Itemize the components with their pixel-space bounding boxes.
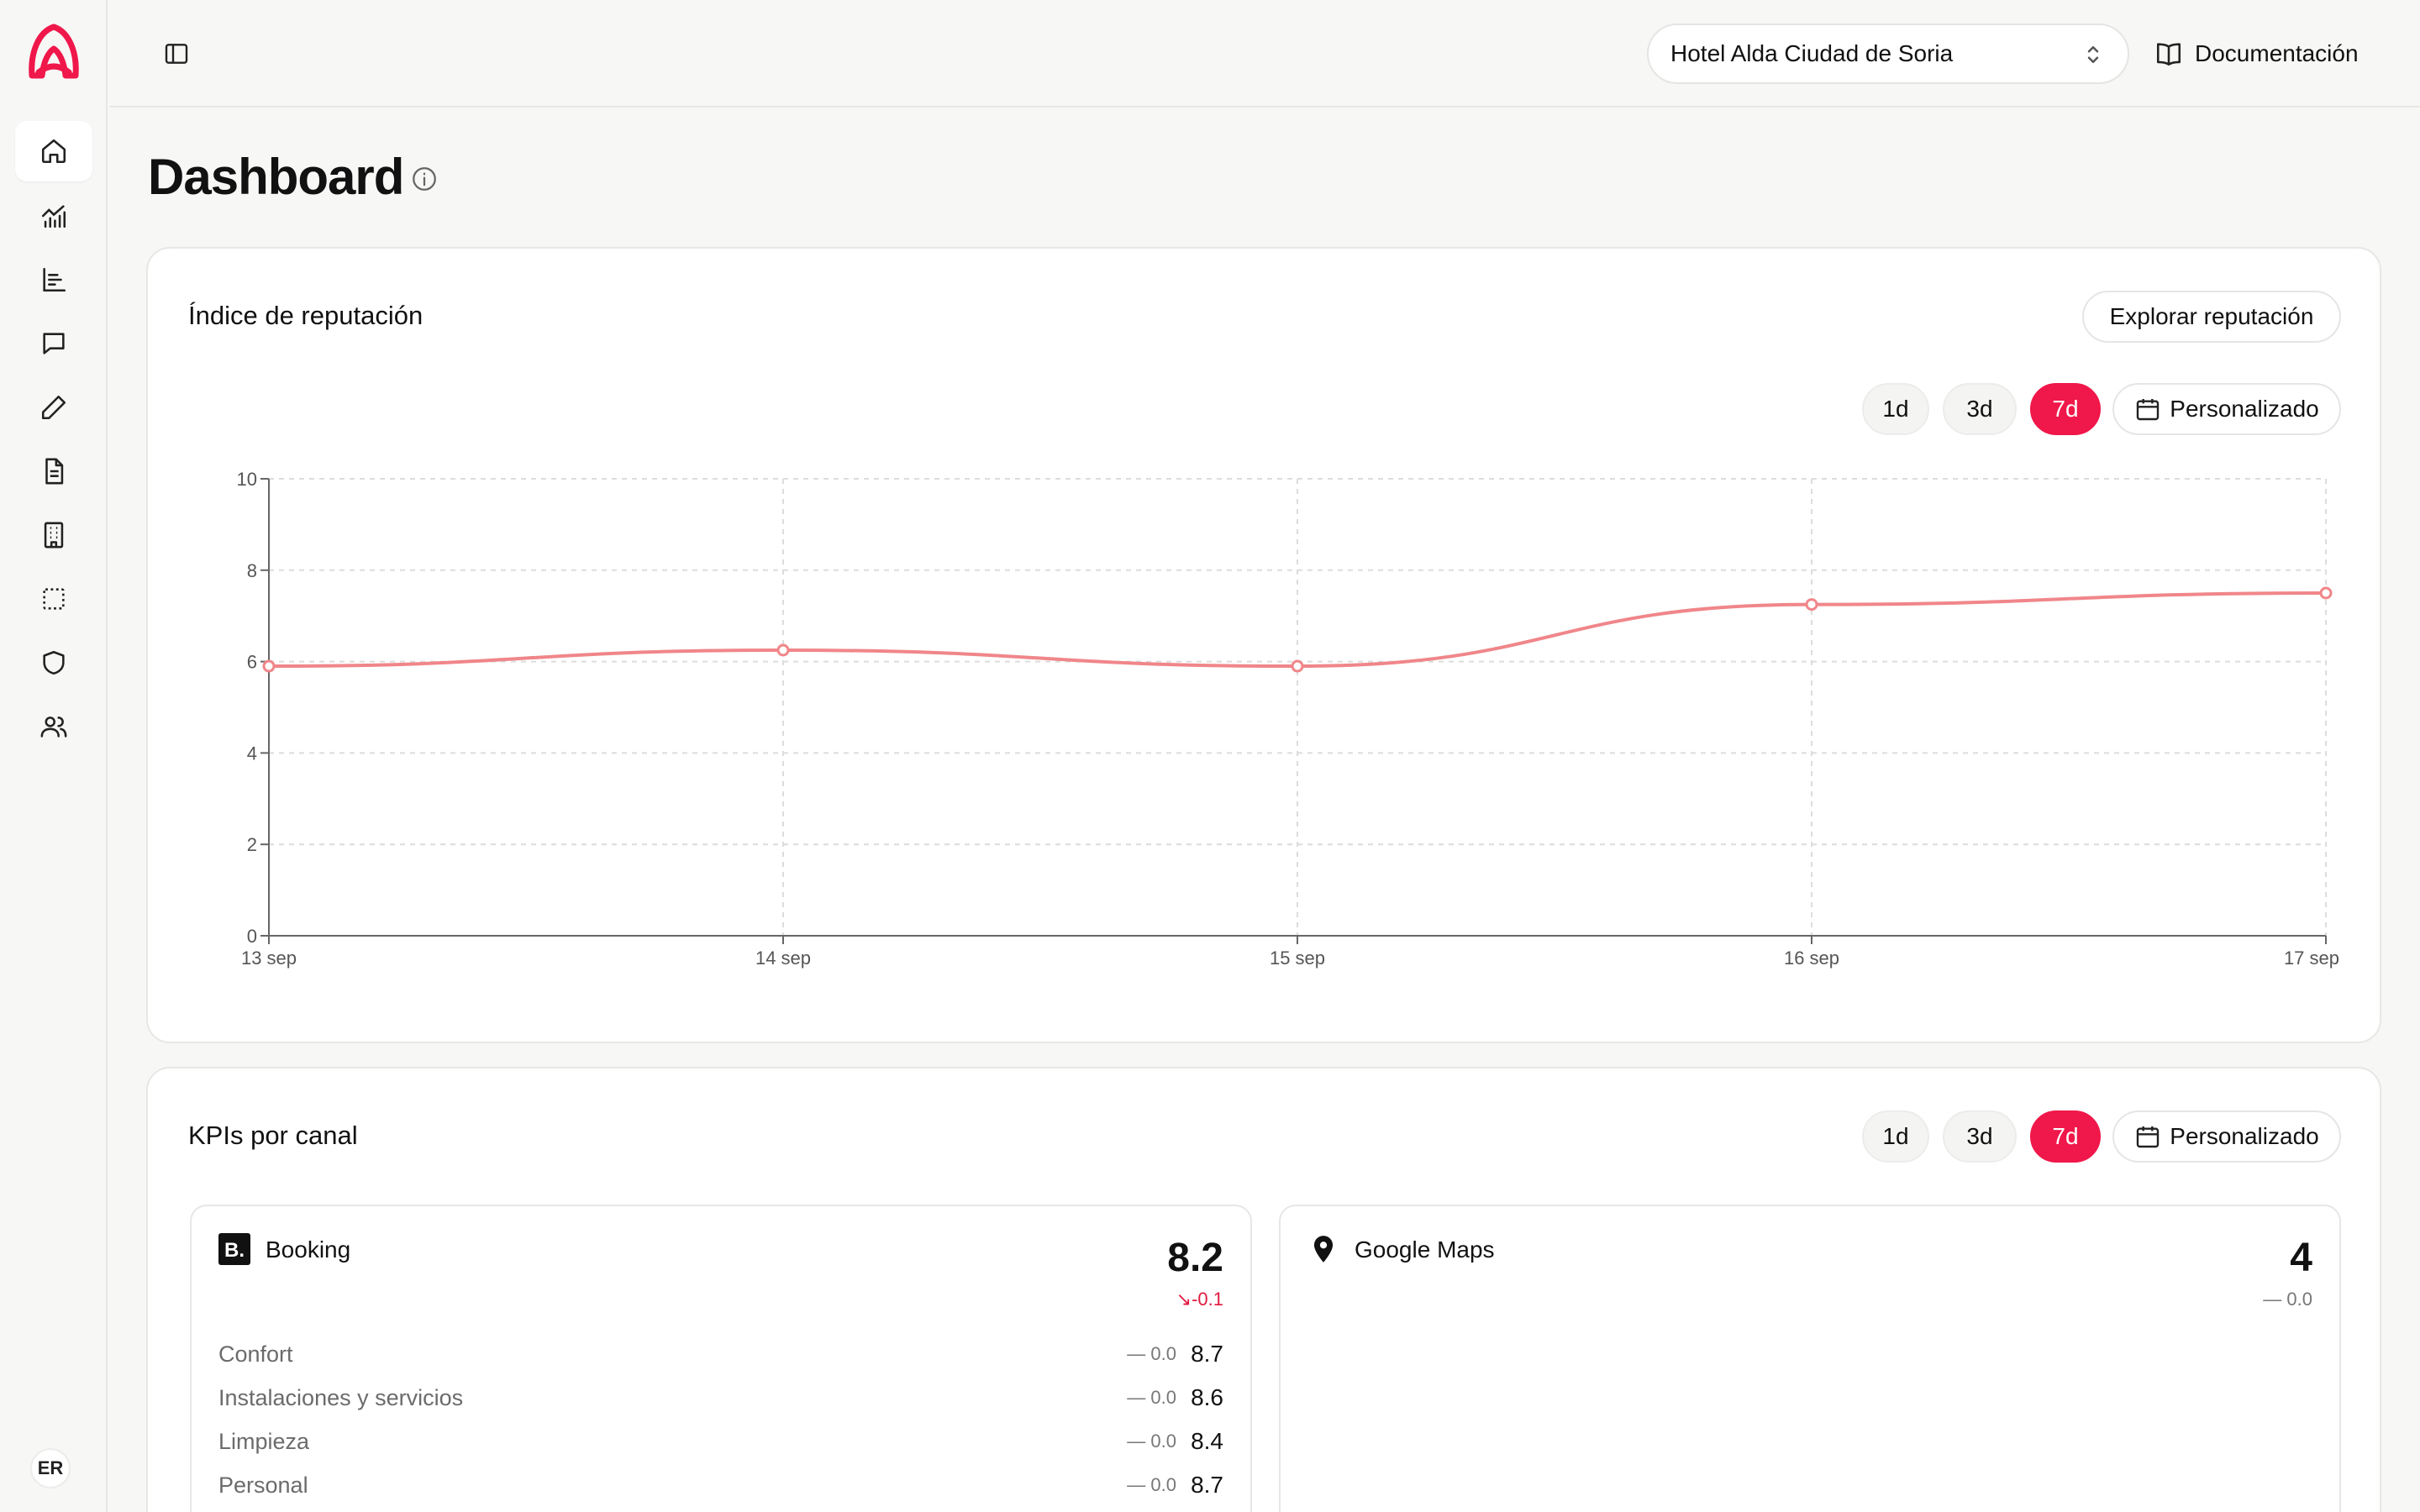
y-tick-label: 0 [247,926,257,947]
chevron-up-down-icon [2087,46,2099,63]
top-bar: Hotel Alda Ciudad de Soria Documentación [109,0,2420,108]
nav-reports[interactable] [15,249,92,310]
booking-delta: ↘-0.1 [1176,1289,1223,1310]
documentation-label: Documentación [2195,40,2359,66]
y-tick-label: 4 [247,743,257,764]
nav-messages[interactable] [15,313,92,374]
hotel-select-value: Hotel Alda Ciudad de Soria [1670,40,1954,66]
range-3d-button[interactable]: 3d [1943,383,2017,435]
x-tick-label: 14 sep [755,948,811,969]
nav-properties[interactable] [15,505,92,565]
booking-name: Booking [266,1236,351,1263]
page-title: Dashboard [148,149,404,205]
nav-documents[interactable] [15,441,92,501]
kpi-custom-range-label: Personalizado [2170,1123,2319,1149]
pencil-icon [41,395,66,420]
reputation-title: Índice de reputación [188,301,424,330]
nav-home[interactable] [15,121,92,181]
range-7d-button[interactable]: 7d [2030,383,2101,435]
data-point [2319,586,2333,600]
user-avatar[interactable]: ER [30,1448,71,1488]
data-point [1805,598,1818,612]
app-logo[interactable] [27,24,81,84]
users-icon [40,717,67,738]
sidebar: ER [0,0,108,1512]
sidebar-toggle-button[interactable] [160,37,193,71]
booking-logo-icon: B. [218,1233,250,1265]
x-tick-label: 15 sep [1270,948,1325,969]
kpi-row: Confort — 0.0 8.7 [218,1341,1223,1367]
shield-icon [43,650,65,675]
kpi-range-1d-button[interactable]: 1d [1862,1110,1929,1163]
y-tick-label: 10 [237,469,257,490]
svg-text:B.: B. [224,1239,245,1262]
trend-down-icon: ↘ [1176,1289,1192,1310]
kpi-range-3d-button[interactable]: 3d [1943,1110,2017,1163]
data-point [776,643,790,657]
kpi-row: Limpieza — 0.0 8.4 [218,1428,1223,1454]
dashed-square-icon [43,588,65,610]
calendar-icon [2137,1126,2160,1148]
y-tick-label: 6 [247,652,257,673]
document-icon [45,458,64,485]
google-maps-channel-card[interactable]: Google Maps 4 — 0.0 [1279,1205,2341,1512]
analytics-icon [41,205,66,228]
x-tick-label: 17 sep [2284,948,2339,969]
data-point [262,659,276,673]
nav-security[interactable] [15,633,92,693]
data-point [1291,659,1304,673]
kpis-card: KPIs por canal 1d 3d 7d Personalizado B.… [146,1067,2381,1512]
documentation-link[interactable]: Documentación [2154,34,2359,74]
explore-reputation-button[interactable]: Explorar reputación [2082,291,2341,343]
book-icon [2156,43,2181,66]
panel-left-icon [165,44,188,64]
kpi-range-7d-button[interactable]: 7d [2030,1110,2101,1163]
kpi-custom-range-button[interactable]: Personalizado [2112,1110,2341,1163]
booking-channel-card[interactable]: B. Booking 8.2 ↘-0.1 Confort — 0.0 8.7 I… [190,1205,1252,1512]
nav-edit[interactable] [15,377,92,438]
map-pin-icon [1313,1236,1334,1263]
custom-range-button[interactable]: Personalizado [2112,383,2341,435]
y-tick-label: 8 [247,560,257,581]
nav-selection[interactable] [15,569,92,629]
info-icon[interactable] [410,165,439,193]
google-maps-name: Google Maps [1355,1236,1495,1263]
reputation-line-chart: 0 2 4 6 8 10 13 sep 14 sep 15 sep 16 sep 17 sep [237,469,2339,969]
message-icon [43,333,65,354]
kpi-row: Personal — 0.0 8.7 [218,1472,1223,1498]
x-tick-label: 13 sep [241,948,297,969]
calendar-icon [2137,399,2160,421]
range-1d-button[interactable]: 1d [1862,383,1929,435]
nav-users[interactable] [15,696,92,757]
y-tick-label: 2 [247,834,257,855]
bar-chart-icon [43,267,66,292]
kpis-title: KPIs por canal [188,1121,358,1150]
home-icon [41,139,66,164]
google-maps-score: 4 [2290,1236,2312,1280]
booking-score: 8.2 [1167,1236,1223,1280]
google-maps-delta: — 0.0 [2263,1289,2312,1310]
kpi-row: Instalaciones y servicios — 0.0 8.6 [218,1384,1223,1410]
building-icon [44,522,64,549]
custom-range-label: Personalizado [2170,396,2319,422]
hotel-select[interactable]: Hotel Alda Ciudad de Soria [1647,24,2129,84]
x-tick-label: 16 sep [1784,948,1839,969]
nav-analytics[interactable] [15,186,92,246]
